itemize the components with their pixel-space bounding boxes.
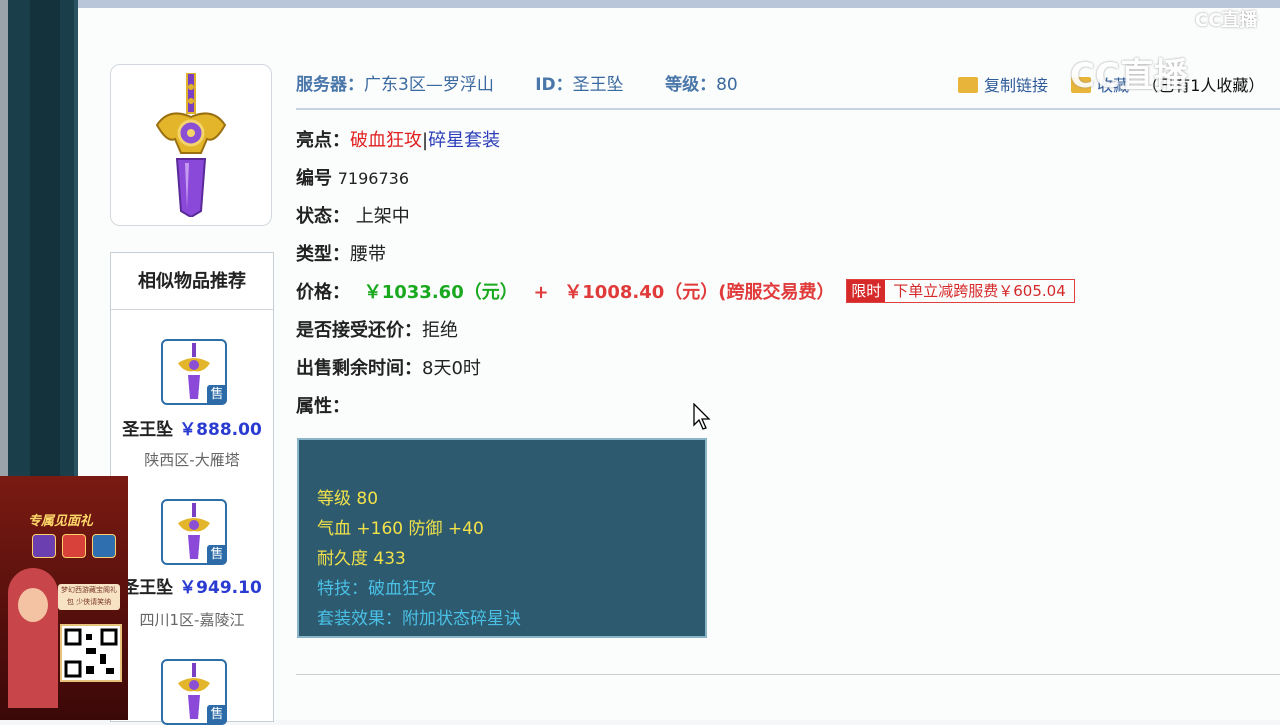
attr-row: 属性： — [296, 392, 350, 418]
remaining-label: 出售剩余时间： — [296, 358, 422, 379]
attr-level: 等级 80 — [317, 489, 379, 509]
ad-title: 专属见面礼 — [28, 514, 94, 529]
attr-skill: 特技：破血狂攻 — [317, 579, 436, 599]
rec-item-name[interactable]: 圣王坠 — [122, 420, 173, 440]
mouse-cursor-icon — [693, 403, 711, 430]
stream-watermark-small: CC直播 — [1195, 10, 1258, 31]
highlight-tag-2: 碎星套装 — [428, 130, 501, 151]
promo-text: 下单立减跨服费￥605.04 — [893, 282, 1066, 300]
sale-badge: 售 — [207, 545, 227, 565]
price-plus: + — [533, 282, 549, 303]
highlight-label: 亮点： — [296, 130, 350, 151]
header-divider — [296, 108, 1280, 110]
type-label: 类型： — [296, 244, 350, 265]
id-value: 圣王坠 — [572, 75, 624, 95]
price-main: ￥1033.60（元） — [363, 282, 518, 303]
server-value: 广东3区—罗浮山 — [364, 75, 494, 95]
status-row: 状态： 上架中 — [296, 202, 410, 228]
price-label: 价格： — [296, 282, 350, 303]
sale-badge: 售 — [207, 705, 227, 725]
similar-items-title: 相似物品推荐 — [111, 253, 273, 310]
rec-item-price: ￥888.00 — [179, 420, 262, 440]
ad-card: 梦幻西游藏宝阁礼包 少侠请笑纳 — [58, 584, 120, 610]
promo-badge: 限时 下单立减跨服费￥605.04 — [846, 279, 1075, 303]
status-label: 状态： — [296, 206, 350, 227]
type-row: 类型：腰带 — [296, 240, 386, 266]
ad-gift-icon — [32, 534, 56, 558]
attr-set-effect: 套装效果：附加状态碎星诀 — [317, 609, 521, 629]
ad-gift-icon — [92, 534, 116, 558]
rec-item-name[interactable]: 圣王坠 — [122, 578, 173, 598]
remaining-value: 8天0时 — [422, 358, 481, 379]
copy-link-label[interactable]: 复制链接 — [984, 76, 1048, 95]
attribute-panel: 等级 80 气血 +160 防御 +40 耐久度 433 特技：破血狂攻 套装效… — [297, 438, 707, 638]
similar-items-panel: 相似物品推荐 售 圣王坠 ￥888.00 陕西区-大雁塔 售 圣王坠 ￥949.… — [110, 252, 274, 725]
server-label: 服务器： — [296, 75, 364, 95]
attr-label: 属性： — [296, 396, 350, 417]
ad-character-face — [18, 588, 48, 622]
level-value: 80 — [716, 75, 738, 95]
rec-item-server: 四川1区-嘉陵江 — [139, 611, 245, 629]
type-value: 腰带 — [350, 244, 386, 265]
attr-hp-def: 气血 +160 防御 +40 — [317, 519, 484, 539]
sale-badge: 售 — [207, 385, 227, 405]
rec-name-line[interactable]: 圣王坠 ￥888.00 — [111, 415, 273, 440]
rec-item-price: ￥949.10 — [179, 578, 262, 598]
top-bar — [78, 0, 1280, 8]
bottom-divider — [296, 674, 1280, 675]
status-value: 上架中 — [355, 206, 410, 227]
gift-ad-overlay[interactable]: 专属见面礼 梦幻西游藏宝阁礼包 少侠请笑纳 — [0, 476, 128, 720]
rec-thumb[interactable]: 售 — [161, 659, 227, 725]
price-fee: ￥1008.40（元）(跨服交易费） — [564, 282, 835, 303]
pendant-icon — [155, 73, 227, 217]
rec-name-line[interactable]: 圣王坠 ￥949.10 — [111, 573, 273, 598]
bargain-row: 是否接受还价：拒绝 — [296, 316, 458, 342]
serial-label: 编号 — [296, 168, 332, 189]
copy-link-button[interactable]: 复制链接 — [958, 76, 1048, 95]
highlight-row: 亮点：破血狂攻|碎星套装 — [296, 126, 500, 152]
bargain-label: 是否接受还价： — [296, 320, 422, 341]
bargain-value: 拒绝 — [422, 320, 458, 341]
copy-link-icon — [958, 77, 978, 93]
rec-thumb[interactable]: 售 — [161, 499, 227, 565]
rec-thumb[interactable]: 售 — [161, 339, 227, 405]
price-row: 价格： ￥1033.60（元） + ￥1008.40（元）(跨服交易费） 限时下… — [296, 278, 1075, 304]
item-image — [110, 64, 272, 226]
attr-durability: 耐久度 433 — [317, 549, 406, 569]
serial-value: 7196736 — [337, 169, 409, 188]
ad-gift-icon — [62, 534, 86, 558]
qr-code-icon — [60, 624, 122, 682]
rec-item-server: 陕西区-大雁塔 — [144, 451, 240, 469]
level-label: 等级： — [665, 75, 717, 95]
stream-watermark-large: CC直播 — [1070, 56, 1188, 96]
remaining-row: 出售剩余时间：8天0时 — [296, 354, 481, 380]
id-label: ID： — [535, 75, 573, 95]
serial-row: 编号 7196736 — [296, 164, 409, 190]
promo-tag: 限时 — [847, 280, 886, 302]
highlight-tag-1: 破血狂攻 — [350, 130, 422, 151]
item-header: 服务器：广东3区—罗浮山 ID：圣王坠 等级：80 — [296, 70, 738, 95]
